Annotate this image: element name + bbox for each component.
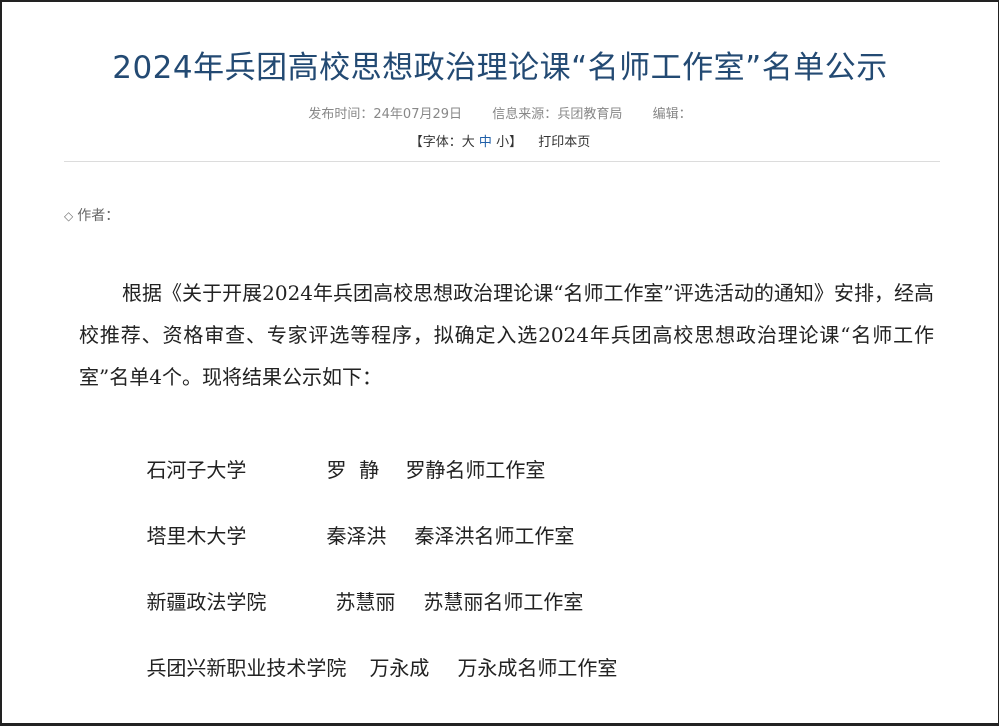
studio-name: 罗静名师工作室 (405, 458, 546, 482)
school-name: 新疆政法学院 (146, 590, 267, 614)
source-value: 兵团教育局 (557, 107, 623, 122)
list-item: 兵团兴新职业技术学院 万永成 万永成名师工作室 (121, 628, 617, 705)
diamond-icon: ◇ (64, 209, 74, 223)
font-medium-button[interactable]: 中 (479, 135, 492, 150)
print-page-link[interactable]: 打印本页 (538, 135, 590, 150)
editor-label: 编辑： (652, 107, 692, 122)
teacher-name: 苏慧丽 (335, 590, 396, 614)
publish-label: 发布时间： (308, 107, 374, 122)
school-name: 石河子大学 (146, 458, 247, 482)
font-size-prefix: 【字体： (409, 135, 462, 150)
school-name: 兵团兴新职业技术学院 (146, 656, 347, 680)
page-title: 2024年兵团高校思想政治理论课“名师工作室”名单公示 (112, 50, 888, 86)
school-name: 塔里木大学 (146, 524, 247, 548)
author-label: 作者： (77, 208, 120, 224)
article-body: 根据《关于开展2024年兵团高校思想政治理论课“名师工作室”评选活动的通知》安排… (79, 272, 934, 398)
publish-date: 24年07月29日 (373, 107, 463, 122)
teacher-name: 万永成 (369, 656, 430, 680)
font-large-button[interactable]: 大 (462, 135, 475, 150)
article-meta: 发布时间：24年07月29日 信息来源：兵团教育局 编辑： (2, 103, 998, 122)
studio-name: 苏慧丽名师工作室 (423, 590, 584, 614)
intro-paragraph: 根据《关于开展2024年兵团高校思想政治理论课“名师工作室”评选活动的通知》安排… (79, 281, 934, 389)
source-label: 信息来源： (492, 107, 558, 122)
teacher-name: 罗 静 (326, 458, 380, 482)
header-divider (64, 161, 940, 162)
teacher-name: 秦泽洪 (326, 524, 387, 548)
font-size-controls: 【字体：大 中 小】 打印本页 (2, 131, 998, 150)
studio-name: 秦泽洪名师工作室 (414, 524, 575, 548)
studio-name: 万永成名师工作室 (457, 656, 618, 680)
author-line: ◇ 作者： (64, 205, 119, 225)
font-size-suffix: 】 (509, 135, 523, 150)
article-frame: 2024年兵团高校思想政治理论课“名师工作室”名单公示 发布时间：24年07月2… (0, 0, 999, 726)
font-small-button[interactable]: 小 (496, 135, 509, 150)
